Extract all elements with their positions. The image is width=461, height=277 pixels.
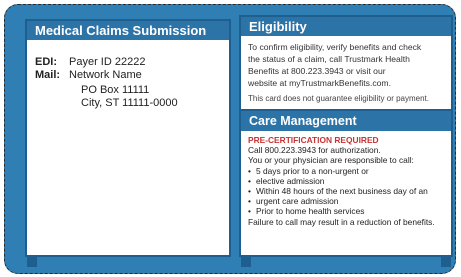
edi-value: Payer ID 22222: [69, 56, 146, 68]
care-management-panel: Care Management PRE-CERTIFICATION REQUIR…: [239, 109, 453, 257]
care-management-body: PRE-CERTIFICATION REQUIRED Call 800.223.…: [241, 131, 451, 231]
edi-label: EDI:: [35, 56, 57, 68]
claims-body: EDI: Payer ID 22222 Mail: Network Name P…: [27, 40, 229, 110]
claims-header: Medical Claims Submission: [27, 21, 229, 40]
care-bullet-list: 5 days prior to a non-urgent or elective…: [248, 166, 444, 216]
eligibility-panel: Eligibility To confirm eligibility, veri…: [239, 15, 453, 113]
care-management-header: Care Management: [241, 111, 451, 131]
care-call-number: Call 800.223.3943 for authorization.: [248, 145, 381, 155]
eligibility-body: To confirm eligibility, verify benefits …: [241, 36, 451, 112]
edi-row: EDI: Payer ID 22222: [35, 56, 219, 69]
mail-address: PO Box 11111 City, ST 11111-0000: [35, 84, 219, 110]
eligibility-disclaimer: This card does not guarantee eligibility…: [248, 94, 429, 103]
eligibility-line-1: To confirm eligibility, verify benefits …: [248, 42, 422, 52]
eligibility-website[interactable]: website at myTrustmarkBenefits.com.: [248, 78, 444, 88]
care-bullet-continued: urgent care admission: [248, 196, 444, 206]
care-bullet: Within 48 hours of the next business day…: [248, 186, 444, 196]
corner-tab: [27, 257, 37, 267]
corner-tab: [441, 257, 451, 267]
precert-required: PRE-CERTIFICATION REQUIRED: [248, 135, 379, 145]
claims-panel: Medical Claims Submission EDI: Payer ID …: [25, 19, 231, 257]
eligibility-line-3: Benefits at 800.223.3943 or visit our: [248, 66, 386, 76]
mail-label: Mail:: [35, 69, 61, 81]
corner-tab: [241, 257, 251, 267]
care-bullet-continued: elective admission: [248, 176, 444, 186]
care-intro: You or your physician are responsible to…: [248, 155, 414, 165]
mail-city: City, ST 11111-0000: [81, 97, 178, 109]
insurance-card-back: Medical Claims Submission EDI: Payer ID …: [4, 4, 456, 274]
care-failure-note: Failure to call may result in a reductio…: [248, 217, 435, 227]
mail-row: Mail: Network Name: [35, 69, 219, 82]
eligibility-line-2: the status of a claim, call Trustmark He…: [248, 54, 410, 64]
mail-name: Network Name: [69, 69, 142, 81]
eligibility-header: Eligibility: [241, 17, 451, 36]
care-bullet: 5 days prior to a non-urgent or: [248, 166, 444, 176]
care-bullet: Prior to home health services: [248, 206, 444, 216]
mail-po-box: PO Box 11111: [81, 84, 150, 96]
